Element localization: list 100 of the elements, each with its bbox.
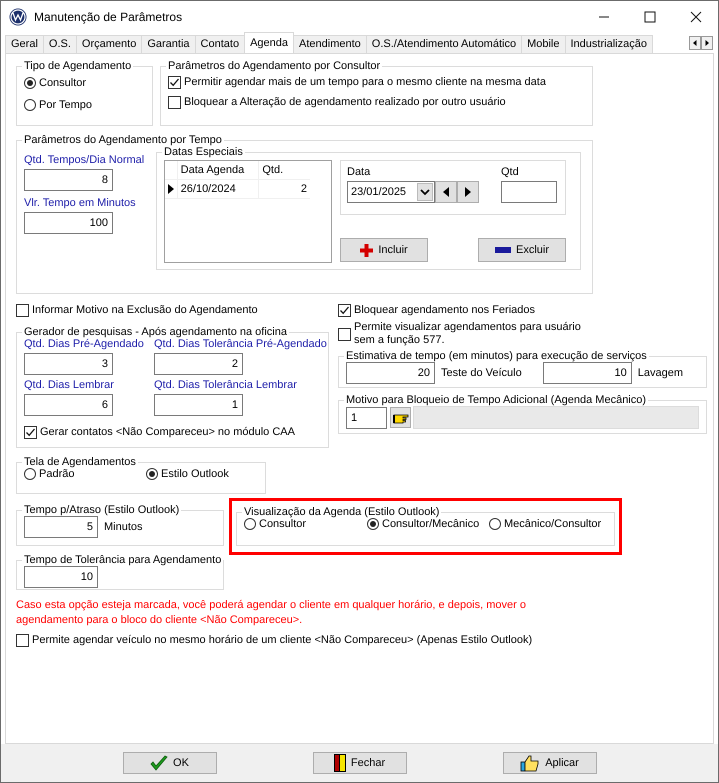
plus-icon [360,244,374,256]
tab[interactable]: Orçamento [76,35,142,53]
input-field[interactable]: 20 [346,362,435,384]
next-button[interactable] [457,181,479,203]
group-title: Gerador de pesquisas - Após agendamento na oficina [23,326,288,338]
input-field[interactable]: 2 [154,353,243,375]
door-icon [334,754,346,772]
checkbox[interactable] [16,634,29,646]
input-field[interactable]: 100 [24,212,113,234]
group-title: Tempo de Tolerância para Agendamento [23,554,222,566]
ok-button[interactable]: OK [122,752,216,774]
checkbox[interactable] [24,426,37,438]
chevron-down-icon [420,188,430,196]
radio-label: Consultor [259,518,306,530]
checkbox[interactable] [168,96,181,108]
checkbox-label: Bloquear agendamento nos Feriados [354,304,536,316]
radio-label: Por Tempo [39,99,92,111]
checkbox-label: Gerar contatos <Não Compareceu> no módulo CAA [40,426,295,438]
field-label: Qtd. Dias Tolerância Lembrar [154,379,298,391]
checkbox[interactable] [16,304,29,316]
column-header: Qtd. [261,163,284,178]
minus-icon [494,247,511,253]
checkmark-icon [150,755,168,771]
close-button[interactable]: Fechar [312,752,406,774]
input-field[interactable]: 3 [24,353,113,375]
lookup-button[interactable] [390,407,411,428]
group-title: Tela de Agendamentos [23,456,137,468]
radio-button[interactable] [24,99,36,111]
checkbox-label: Informar Motivo na Exclusão do Agendamento [32,304,258,316]
triangle-left-icon [443,187,449,197]
field-label: Qtd. Dias Lembrar [24,379,115,391]
tab[interactable]: Garantia [141,35,196,53]
unit-label: Minutos [104,521,143,533]
tab[interactable]: O.S./Atendimento Automático [366,35,522,53]
checkbox-label: Bloquear a Alteração de agendamento realizado por outro usuário [184,96,506,108]
window-title: Manutenção de Parâmetros [34,10,182,24]
radio-button[interactable] [244,518,256,530]
group-title: Tipo de Agendamento [23,60,132,72]
input-field[interactable]: 10 [24,566,98,588]
tab[interactable]: Industrialização [564,35,653,53]
tab[interactable]: Contato [194,35,246,53]
warning-text: Caso esta opção esteja marcada, você poderá agendar o cliente em qualquer horário, e depois, mover o agendamento para o bloco do cliente <Não Compareceu>. [16,598,526,628]
radio-button[interactable] [24,468,36,480]
emblem-icon [9,8,27,26]
group-title: Motivo para Bloqueio de Tempo Adicional (Agenda Mecânico) [345,394,648,406]
radio-label: Mecânico/Consultor [504,518,602,530]
group-title: Datas Especiais [163,146,244,158]
radio-button[interactable] [146,468,158,480]
tab[interactable]: Mobile [521,35,566,53]
close-icon[interactable] [690,11,702,23]
apply-button[interactable]: Aplicar [502,752,596,774]
scroll-right-icon[interactable] [701,36,713,50]
checkbox[interactable] [168,76,181,88]
column-header: Data Agenda [178,161,260,179]
date-picker[interactable]: 23/01/2025 [347,181,435,203]
group-title: Estimativa de tempo (em minutos) para execução de serviços [345,350,648,362]
tab[interactable]: Atendimento [293,35,367,53]
field-label: Qtd [501,166,520,178]
checkbox-label: Permite agendar veículo no mesmo horário de um cliente <Não Compareceu> (Apenas Estilo Outlook) [32,634,532,646]
radio-label: Consultor/Mecânico [382,518,480,530]
input-field[interactable]: 10 [542,362,632,384]
checkbox-label: Permitir agendar mais de um tempo para o mesmo cliente na mesma data [184,76,546,88]
field-label: Qtd. Tempos/Dia Normal [24,154,146,166]
input-field[interactable]: 6 [24,394,113,416]
input-field[interactable] [501,181,557,203]
input-field[interactable]: 1 [346,406,387,428]
row-pointer-icon [168,184,174,194]
field-label: Qtd. Dias Pré-Agendado [24,338,145,350]
table-cell: 26/10/2024 [178,180,260,198]
thumbs-up-icon [520,754,540,772]
group-title: Visualização da Agenda (Estilo Outlook) [243,506,440,518]
tab[interactable]: O.S. [42,35,77,53]
checkbox[interactable] [338,328,351,340]
group-title: Parâmetros do Agendamento por Consultor [167,60,382,72]
table-cell-text: 2 [300,182,308,197]
previous-button[interactable] [435,181,457,203]
input-field[interactable]: 1 [154,394,243,416]
input-field[interactable]: 8 [24,169,113,191]
field-label: Vlr. Tempo em Minutos [24,197,137,209]
radio-label: Estilo Outlook [161,468,229,480]
group-title: Tempo p/Atraso (Estilo Outlook) [23,504,180,516]
maximize-icon[interactable] [644,11,656,23]
checkbox-label: Permite visualizar agendamentos para usuário sem a função 577. [354,321,582,347]
input-field[interactable]: 5 [24,516,98,538]
add-button[interactable]: Incluir [340,238,428,262]
checkbox[interactable] [338,304,351,316]
field-label: Qtd. Dias Tolerância Pré-Agendado [154,338,327,350]
group-title: Parâmetros do Agendamento por Tempo [23,134,223,146]
radio-label: Padrão [39,468,74,480]
field-label: Teste do Veículo [441,367,522,379]
radio-button[interactable] [489,518,501,530]
radio-button[interactable] [24,77,36,89]
radio-button[interactable] [367,518,379,530]
tab[interactable]: Geral [5,35,44,53]
remove-button[interactable]: Excluir [478,238,566,262]
radio-label: Consultor [39,77,86,89]
field-label: Lavagem [638,367,683,379]
field-label: Data [347,166,372,178]
scroll-left-icon[interactable] [689,36,701,50]
pointing-hand-icon [392,412,408,424]
